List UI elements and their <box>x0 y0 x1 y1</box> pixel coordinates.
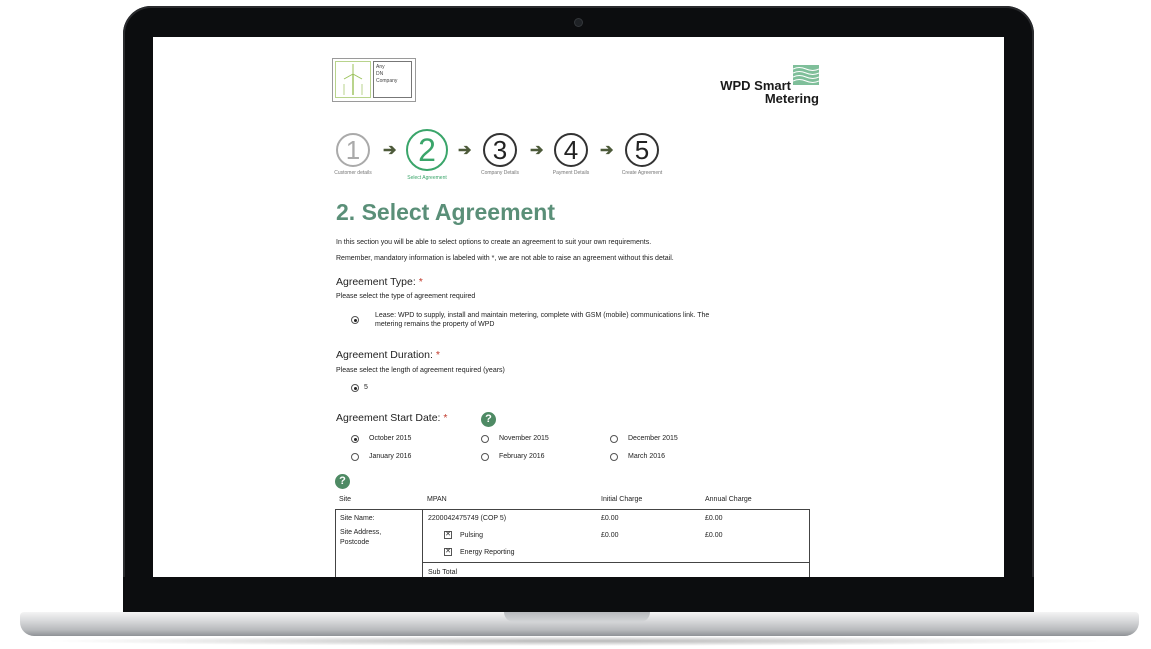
required-mark: * <box>443 412 448 424</box>
start-october-2015-radio[interactable] <box>351 435 359 443</box>
agreement-duration-heading: Agreement Duration: * <box>336 349 440 361</box>
laptop-notch <box>504 612 650 622</box>
energy-reporting-label: Energy Reporting <box>460 549 515 556</box>
heading-text: Agreement Type: <box>336 276 416 288</box>
heading-text: Agreement Duration: <box>336 349 433 361</box>
step-4-circle: 4 <box>554 133 588 167</box>
table-header-initial-charge: Initial Charge <box>601 496 643 503</box>
start-date-heading: Agreement Start Date: * <box>336 412 447 424</box>
lease-radio[interactable] <box>351 316 359 324</box>
option-line: metering remains the property of WPD <box>375 321 495 328</box>
step-arrow-icon: ➔ <box>383 142 397 159</box>
agreement-type-heading: Agreement Type: * <box>336 276 423 288</box>
step-5-label: Create Agreement <box>621 170 663 176</box>
start-option-label: January 2016 <box>369 453 412 460</box>
mpan-annual-charge: £0.00 <box>705 515 723 522</box>
start-december-2015-radio[interactable] <box>610 435 618 443</box>
required-mark: * <box>418 276 423 288</box>
site-address-label: Site Address, <box>340 529 382 536</box>
wpd-logo: WPD Smart Metering <box>681 79 819 105</box>
mpan-initial-charge: £0.00 <box>601 515 619 522</box>
start-november-2015-radio[interactable] <box>481 435 489 443</box>
screen: Any DN Company WPD Smart Metering 1 ➔ 2 … <box>153 37 1004 577</box>
help-question-icon[interactable]: ? <box>481 412 496 427</box>
pulsing-label: Pulsing <box>460 532 483 539</box>
logo-line: Company <box>376 78 398 84</box>
laptop-bezel <box>123 577 1034 614</box>
step-2-circle: 2 <box>406 129 448 171</box>
required-mark: * <box>435 349 440 361</box>
step-1-circle: 1 <box>336 133 370 167</box>
duration-option-text: 5 <box>364 384 368 391</box>
step-4-label: Payment Details <box>552 170 590 176</box>
agreement-type-prompt: Please select the type of agreement requ… <box>336 293 476 300</box>
pulsing-initial-charge: £0.00 <box>601 532 619 539</box>
step-3-label: Company Details <box>480 170 520 176</box>
mpan-value: 2200042475749 (COP 5) <box>428 515 507 522</box>
site-name-label: Site Name: <box>340 515 375 522</box>
start-february-2016-radio[interactable] <box>481 453 489 461</box>
step-arrow-icon: ➔ <box>600 142 614 159</box>
help-question-icon[interactable]: ? <box>335 474 350 489</box>
heading-text: Agreement Start Date: <box>336 412 441 424</box>
subtotal-label: Sub Total <box>428 569 458 576</box>
logo-line: Any <box>376 64 385 70</box>
lease-option-text: Lease: WPD to supply, install and mainta… <box>375 311 709 329</box>
duration-5-radio[interactable] <box>351 384 359 392</box>
pulsing-checkbox[interactable]: ✕ <box>444 531 452 539</box>
step-2-label: Select Agreement <box>407 175 447 181</box>
wpd-logo-line2: Metering <box>764 91 819 106</box>
step-3-circle: 3 <box>483 133 517 167</box>
pulsing-annual-charge: £0.00 <box>705 532 723 539</box>
site-postcode-label: Postcode <box>340 539 370 546</box>
step-arrow-icon: ➔ <box>458 142 472 159</box>
option-line: Lease: WPD to supply, install and mainta… <box>375 312 710 319</box>
start-option-label: December 2015 <box>628 435 678 442</box>
company-logo-text: Any DN Company <box>373 61 412 98</box>
laptop-shadow <box>40 636 1119 646</box>
start-january-2016-radio[interactable] <box>351 453 359 461</box>
table-header-mpan: MPAN <box>427 496 447 503</box>
start-option-label: October 2015 <box>369 435 412 442</box>
table-header-annual-charge: Annual Charge <box>705 496 752 503</box>
camera-icon <box>575 19 582 26</box>
site-table <box>335 509 810 577</box>
step-1-label: Customer details <box>334 170 372 176</box>
table-divider <box>422 562 810 563</box>
table-divider <box>422 509 423 577</box>
intro-text: Remember, mandatory information is label… <box>336 255 674 262</box>
table-header-site: Site <box>339 496 352 503</box>
start-option-label: November 2015 <box>499 435 549 442</box>
wind-turbine-icon <box>335 61 371 98</box>
company-logo: Any DN Company <box>332 58 416 102</box>
agreement-duration-prompt: Please select the length of agreement re… <box>336 367 505 374</box>
page-title: 2. Select Agreement <box>336 199 556 225</box>
step-arrow-icon: ➔ <box>530 142 544 159</box>
start-option-label: February 2016 <box>499 453 545 460</box>
step-5-circle: 5 <box>625 133 659 167</box>
start-option-label: March 2016 <box>628 453 665 460</box>
intro-text: In this section you will be able to sele… <box>336 239 652 246</box>
logo-line: DN <box>376 71 384 77</box>
start-march-2016-radio[interactable] <box>610 453 618 461</box>
energy-reporting-checkbox[interactable]: ✕ <box>444 548 452 556</box>
